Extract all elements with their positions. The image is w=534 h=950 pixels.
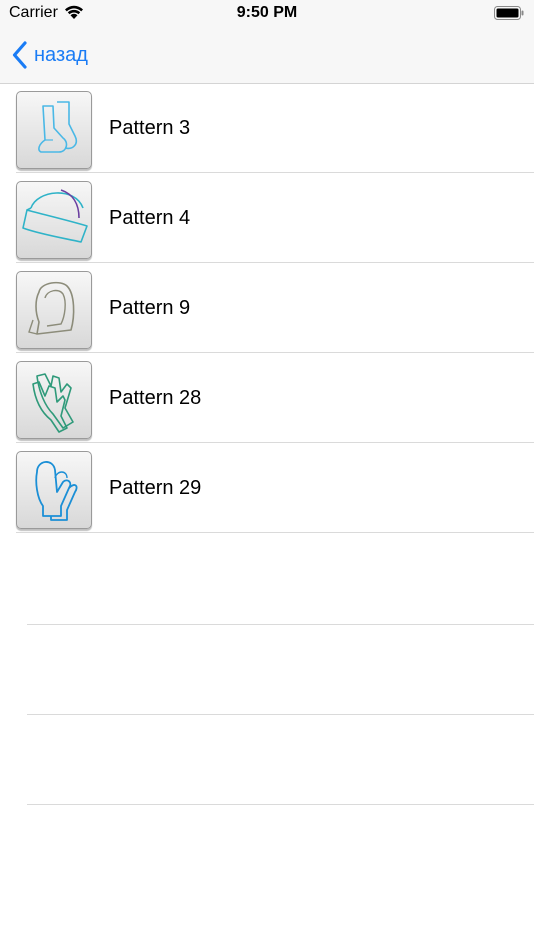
pattern-label: Pattern 29 bbox=[109, 476, 202, 499]
screen: Carrier 9:50 PM назад Pattern 3 Pattern … bbox=[0, 0, 534, 950]
pattern-thumbnail bbox=[16, 181, 92, 259]
back-button[interactable]: назад bbox=[12, 38, 88, 72]
mittens-icon bbox=[35, 461, 78, 521]
back-button-label: назад bbox=[34, 43, 88, 66]
pattern-row-28[interactable]: Pattern 28 bbox=[0, 353, 534, 443]
status-time: 9:50 PM bbox=[236, 4, 298, 21]
pattern-thumbnail bbox=[16, 91, 92, 169]
pattern-thumbnail bbox=[16, 361, 92, 439]
pattern-thumbnail bbox=[16, 451, 92, 529]
empty-row-separator bbox=[27, 804, 534, 805]
pattern-row-4[interactable]: Pattern 4 bbox=[0, 173, 534, 263]
hood-icon bbox=[28, 281, 75, 335]
pattern-label: Pattern 9 bbox=[109, 296, 191, 319]
socks-icon bbox=[38, 101, 78, 153]
navigation-bar: назад bbox=[0, 28, 534, 84]
pattern-row-9[interactable]: Pattern 9 bbox=[0, 263, 534, 353]
status-bar: Carrier 9:50 PM bbox=[0, 0, 534, 28]
pattern-label: Pattern 28 bbox=[109, 386, 202, 409]
empty-row-separator bbox=[27, 714, 534, 715]
pattern-row-3[interactable]: Pattern 3 bbox=[0, 83, 534, 173]
pattern-thumbnail bbox=[16, 271, 92, 349]
empty-row-separator bbox=[27, 624, 534, 625]
hat-icon bbox=[22, 189, 88, 243]
pattern-list: Pattern 3 Pattern 4 Pattern 9 Pattern 28… bbox=[0, 83, 534, 533]
battery-icon bbox=[494, 6, 524, 20]
pattern-label: Pattern 4 bbox=[109, 206, 191, 229]
chevron-left-icon bbox=[12, 41, 27, 69]
gloves-icon bbox=[32, 373, 74, 433]
pattern-label: Pattern 3 bbox=[109, 116, 191, 139]
pattern-row-29[interactable]: Pattern 29 bbox=[0, 443, 534, 533]
